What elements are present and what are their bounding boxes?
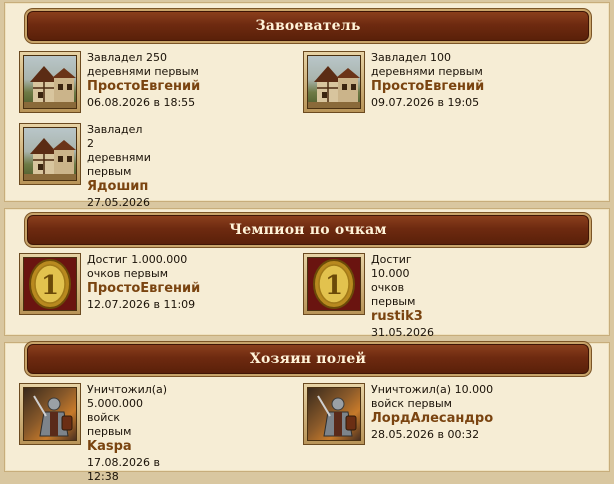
- player-name-link[interactable]: Kaspa: [87, 439, 167, 454]
- section-field-master: Хозяин полей Уничтожил(а) 5.000.000 войс…: [4, 342, 610, 483]
- achievement-date: 06.08.2026 в 18:55: [87, 96, 196, 109]
- knight-icon: [19, 383, 81, 445]
- section-points-champion: Чемпион по очкам 1 Достиг 1.000.000 очко…: [4, 208, 610, 353]
- village-icon: [19, 123, 81, 185]
- achievement-description: Завладел 250 деревнями первым: [87, 51, 199, 78]
- village-icon: [19, 51, 81, 113]
- section-title-banner: Завоеватель: [27, 11, 589, 41]
- achievement-description: Достиг 10.000 очков первым: [371, 253, 416, 308]
- section-title-banner: Чемпион по очкам: [27, 215, 589, 245]
- achievement-description: Завладел 100 деревнями первым: [371, 51, 483, 78]
- player-name-link[interactable]: rustik3: [371, 309, 434, 324]
- achievement-description: Достиг 1.000.000 очков первым: [87, 253, 188, 280]
- coin-number: 1: [41, 271, 59, 301]
- achievement-date: 17.08.2026 в 12:38: [87, 456, 160, 483]
- player-name-link[interactable]: ЛордАлесандро: [371, 411, 493, 426]
- player-name-link[interactable]: ПростоЕвгений: [87, 281, 200, 296]
- player-name-link[interactable]: Ядошип: [87, 179, 151, 194]
- achievement-date: 28.05.2026 в 00:32: [371, 428, 480, 441]
- section-title: Хозяин полей: [249, 351, 367, 367]
- gold-coin-icon: 1: [303, 253, 365, 315]
- achievement-description: Уничтожил(а) 5.000.000 войск: [87, 383, 168, 424]
- achievement-description: Уничтожил(а) 10.000 войск первым: [371, 383, 494, 410]
- village-icon: [303, 51, 365, 113]
- knight-icon: [303, 383, 365, 445]
- coin-number: 1: [325, 271, 343, 301]
- section-conqueror: Завоеватель Завладел 250 деревнями первы…: [4, 2, 610, 223]
- player-name-link[interactable]: ПростоЕвгений: [87, 79, 200, 94]
- achievement-date: 12.07.2026 в 11:09: [87, 298, 196, 311]
- achievement-description: Завладел 2 деревнями первым: [87, 123, 151, 178]
- section-title-banner: Хозяин полей: [27, 344, 589, 374]
- achievement-description-continued: первым: [87, 425, 132, 438]
- gold-coin-icon: 1: [19, 253, 81, 315]
- player-name-link[interactable]: ПростоЕвгений: [371, 79, 484, 94]
- section-title: Чемпион по очкам: [229, 222, 387, 238]
- achievement-date: 09.07.2026 в 19:05: [371, 96, 480, 109]
- section-title: Завоеватель: [255, 18, 361, 34]
